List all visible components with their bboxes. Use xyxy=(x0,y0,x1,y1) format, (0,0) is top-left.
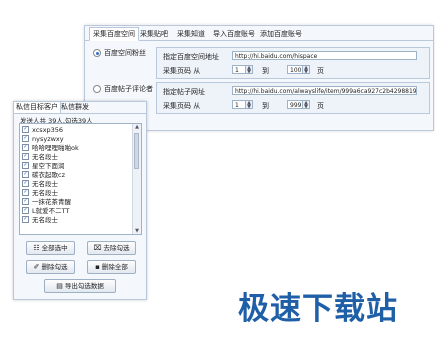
checkbox[interactable]: ✓ xyxy=(22,206,29,214)
scroll-thumb[interactable] xyxy=(134,133,139,169)
delete-all-icon: ▪ xyxy=(95,263,100,271)
tab-mass-message[interactable]: 私信群发 xyxy=(59,102,91,113)
checkbox[interactable]: ✓ xyxy=(22,215,29,223)
left-tab-bar: 私信目标客户 私信群发 xyxy=(14,102,146,114)
checkbox[interactable]: ✓ xyxy=(22,179,29,187)
deselect-icon: ⌧ xyxy=(93,244,102,252)
post-options-group: 指定帖子网址 http://hi.baidu.com/alwayslife/it… xyxy=(156,82,430,114)
checkbox[interactable]: ✓ xyxy=(22,134,29,142)
tab-add-account[interactable]: 添加百度账号 xyxy=(257,28,305,40)
export-icon: ▤ xyxy=(56,282,63,290)
checkbox[interactable]: ✓ xyxy=(22,170,29,178)
export-button[interactable]: ▤ 导出勾选数据 xyxy=(44,279,116,293)
list-item[interactable]: ✓ 一抹花茶青醒 xyxy=(22,197,71,206)
post-to-input[interactable]: 9999 xyxy=(287,100,303,109)
space-address-input[interactable]: http://hi.baidu.com/hispace xyxy=(232,51,417,60)
post-to-stepper[interactable]: ▲ ▼ xyxy=(302,100,310,110)
list-item[interactable]: ✓ xcsxp356 xyxy=(22,125,63,134)
space-from-input[interactable]: 1 xyxy=(232,65,246,74)
space-from-stepper[interactable]: ▲ ▼ xyxy=(245,65,253,75)
tab-bar: 采集百度空间 采集贴吧 采集知道 导入百度账号 添加百度账号 xyxy=(85,26,433,41)
post-to-label: 到 xyxy=(262,102,269,110)
delete-checked-button[interactable]: ✐ 删除勾选 xyxy=(26,260,75,274)
list-item[interactable]: ✓ nysyzwxy xyxy=(22,134,64,143)
space-page-unit: 页 xyxy=(317,67,324,75)
customer-list[interactable]: ✓ xcsxp356 ✓ nysyzwxy ✓ 哈哈哩哩啪啪ok ✓ 无名段士 ✓ 星空下… xyxy=(19,123,142,235)
scroll-down-icon[interactable]: ▼ xyxy=(133,228,141,234)
space-to-input[interactable]: 100 xyxy=(287,65,303,74)
tab-import-accounts[interactable]: 导入百度账号 xyxy=(210,28,258,40)
radio-space-fans-label: 百度空间粉丝 xyxy=(104,49,146,57)
select-all-icon: ☷ xyxy=(33,244,40,252)
radio-space-fans[interactable] xyxy=(93,49,101,57)
delete-all-button[interactable]: ▪ 删除全部 xyxy=(87,260,136,274)
tab-zhidao[interactable]: 采集知道 xyxy=(174,28,208,40)
list-item[interactable]: ✓ 无名段士 xyxy=(22,215,58,224)
space-to-label: 到 xyxy=(262,67,269,75)
radio-post-commenters[interactable] xyxy=(93,85,101,93)
checkbox[interactable]: ✓ xyxy=(22,161,29,169)
post-page-unit: 页 xyxy=(317,102,324,110)
deselect-button[interactable]: ⌧ 去除勾选 xyxy=(87,241,136,255)
list-item[interactable]: ✓ 无名段士 xyxy=(22,188,58,197)
list-item[interactable]: ✓ 星空下面润 xyxy=(22,161,65,170)
space-options-group: 指定百度空间地址 http://hi.baidu.com/hispace 采集页… xyxy=(156,47,430,79)
tab-target-customers[interactable]: 私信目标客户 xyxy=(14,102,61,113)
list-item[interactable]: ✓ 碳衣起歌cz xyxy=(22,170,65,179)
checkbox[interactable]: ✓ xyxy=(22,143,29,151)
checkbox[interactable]: ✓ xyxy=(22,188,29,196)
checkbox[interactable]: ✓ xyxy=(22,152,29,160)
space-pages-label: 采集页码 从 xyxy=(163,67,201,75)
select-all-button[interactable]: ☷ 全部选中 xyxy=(26,241,75,255)
list-item[interactable]: ✓ 无名段士 xyxy=(22,179,58,188)
delete-checked-icon: ✐ xyxy=(33,263,40,271)
list-item[interactable]: ✓ 哈哈哩哩啪啪ok xyxy=(22,143,79,152)
radio-post-commenters-label: 百度帖子评论者 xyxy=(104,85,153,93)
list-item[interactable]: ✓ 无名段士 xyxy=(22,152,58,161)
scroll-up-icon[interactable]: ▲ xyxy=(133,124,141,130)
post-from-stepper[interactable]: ▲ ▼ xyxy=(245,100,253,110)
checkbox[interactable]: ✓ xyxy=(22,125,29,133)
space-address-label: 指定百度空间地址 xyxy=(163,53,219,61)
post-address-input[interactable]: http://hi.baidu.com/alwayslife/item/999a… xyxy=(232,86,417,95)
tab-tieba[interactable]: 采集贴吧 xyxy=(137,28,171,40)
tab-baidu-space[interactable]: 采集百度空间 xyxy=(89,27,139,41)
post-pages-label: 采集页码 从 xyxy=(163,102,201,110)
watermark-text: 极速下载站 xyxy=(238,291,398,327)
target-customers-panel: 私信目标客户 私信群发 发送人共 39人,勾选39人 ✓ xcsxp356 ✓ ny… xyxy=(13,101,147,300)
list-scrollbar[interactable]: ▲ ▼ xyxy=(132,124,141,234)
checkbox[interactable]: ✓ xyxy=(22,197,29,205)
post-from-input[interactable]: 1 xyxy=(232,100,246,109)
list-item[interactable]: ✓ L就爱不二TT xyxy=(22,206,69,215)
space-to-stepper[interactable]: ▲ ▼ xyxy=(302,65,310,75)
post-address-label: 指定帖子网址 xyxy=(163,88,205,96)
